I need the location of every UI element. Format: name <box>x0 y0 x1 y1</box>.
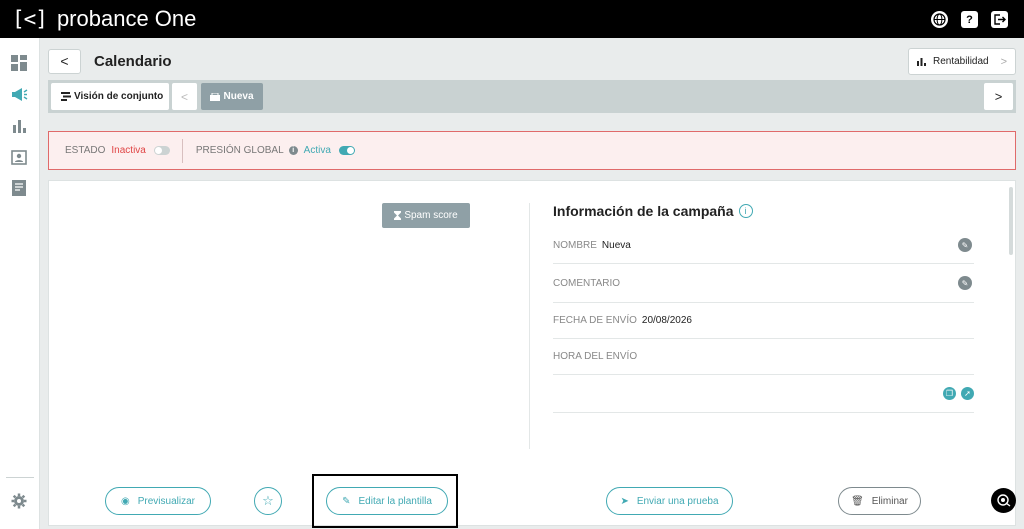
presion-label: PRESIÓN GLOBAL <box>195 145 284 156</box>
send-arrow-icon: ➤ <box>620 495 629 507</box>
status-bar: ESTADO Inactiva PRESIÓN GLOBAL i Activa <box>48 131 1016 170</box>
brand-name: probance One <box>56 6 197 31</box>
stats-bar-icon[interactable] <box>10 117 28 135</box>
chat-support-icon[interactable] <box>991 488 1016 513</box>
field-value: Nueva <box>601 239 631 251</box>
bar-chart-icon <box>917 57 926 66</box>
campaign-card: Spam score Información de la campaña i N… <box>48 180 1016 526</box>
brand-mark: [<] <box>12 7 48 31</box>
send-test-button[interactable]: ➤ Enviar una prueba <box>606 487 733 515</box>
tab-nueva[interactable]: Nueva <box>201 83 263 110</box>
campaigns-megaphone-icon[interactable] <box>10 85 28 103</box>
field-label: HORA DEL ENVÍO <box>553 351 638 362</box>
overview-icon <box>61 92 71 101</box>
back-button[interactable]: < <box>48 48 81 74</box>
field-row-hora: HORA DEL ENVÍO <box>553 339 974 375</box>
rentabilidad-button[interactable]: Rentabilidad > <box>908 48 1016 75</box>
reports-icon[interactable] <box>10 179 28 197</box>
field-label: NOMBRE <box>553 239 597 251</box>
info-title-text: Información de la campaña <box>553 203 734 219</box>
estado-toggle[interactable] <box>153 146 170 155</box>
estado-value: Inactiva <box>111 145 146 156</box>
copy-icon[interactable]: ❐ <box>943 387 956 400</box>
presion-value: Activa <box>303 145 331 156</box>
column-divider <box>529 203 530 449</box>
presion-toggle[interactable] <box>338 146 355 155</box>
vertical-scrollbar[interactable] <box>1009 187 1013 255</box>
spam-score-label: Spam score <box>404 210 458 221</box>
estado-label: ESTADO <box>65 145 106 156</box>
field-value: 20/08/2026 <box>641 315 692 326</box>
logout-icon[interactable] <box>991 11 1008 28</box>
favorite-star-icon[interactable]: ☆ <box>254 487 282 515</box>
field-row-actions: ❐ ➚ <box>553 375 974 413</box>
spam-score-button[interactable]: Spam score <box>382 203 470 228</box>
settings-gear-icon[interactable] <box>10 492 28 510</box>
info-circle-icon[interactable]: i <box>738 204 753 218</box>
edit-pencil-icon[interactable]: ✎ <box>958 238 972 252</box>
field-label: FECHA DE ENVÍO <box>553 315 637 326</box>
edit-pencil-icon[interactable]: ✎ <box>958 276 972 290</box>
eye-icon: ◉ <box>121 495 130 507</box>
sidebar-divider <box>6 477 34 478</box>
delete-button[interactable]: 🗑 Eliminar <box>838 487 921 515</box>
top-icons: ? <box>931 11 1008 28</box>
info-title: Información de la campaña i <box>553 203 753 219</box>
preview-button[interactable]: ◉ Previsualizar <box>105 487 211 515</box>
contacts-icon[interactable] <box>10 148 28 166</box>
field-row-comentario: COMENTARIO ✎ <box>553 264 974 303</box>
email-template-icon <box>210 92 221 101</box>
top-bar: [<] probance One ? <box>0 0 1024 38</box>
trash-icon: 🗑 <box>851 495 864 507</box>
tab-overview[interactable]: Visión de conjunto <box>51 83 169 110</box>
tab-nueva-label: Nueva <box>223 91 254 102</box>
sidebar <box>0 38 40 529</box>
external-link-icon[interactable]: ➚ <box>961 387 974 400</box>
field-row-fecha: FECHA DE ENVÍO 20/08/2026 <box>553 303 974 339</box>
rentabilidad-label: Rentabilidad <box>933 56 989 67</box>
hourglass-icon <box>394 211 402 220</box>
globe-icon[interactable] <box>931 11 948 28</box>
brand-logo[interactable]: [<] probance One <box>12 0 196 38</box>
field-label: COMENTARIO <box>553 277 621 289</box>
focus-highlight <box>312 474 458 528</box>
campaign-tab-strip: Visión de conjunto < Nueva > <box>48 80 1016 113</box>
status-divider <box>181 138 183 163</box>
tab-next-button[interactable]: > <box>984 83 1013 110</box>
preview-label: Previsualizar <box>137 495 195 507</box>
page-header: < Calendario Rentabilidad > <box>48 46 1016 76</box>
tab-overview-label: Visión de conjunto <box>74 91 164 102</box>
chevron-right-icon: > <box>1000 55 1007 68</box>
dashboard-icon[interactable] <box>10 54 28 72</box>
page-title: Calendario <box>94 52 172 70</box>
send-test-label: Enviar una prueba <box>636 495 719 507</box>
delete-label: Eliminar <box>871 495 908 507</box>
field-row-nombre: NOMBRE Nueva ✎ <box>553 227 974 264</box>
tab-prev-button[interactable]: < <box>172 83 197 110</box>
info-icon[interactable]: i <box>288 146 298 155</box>
help-icon[interactable]: ? <box>961 11 978 28</box>
